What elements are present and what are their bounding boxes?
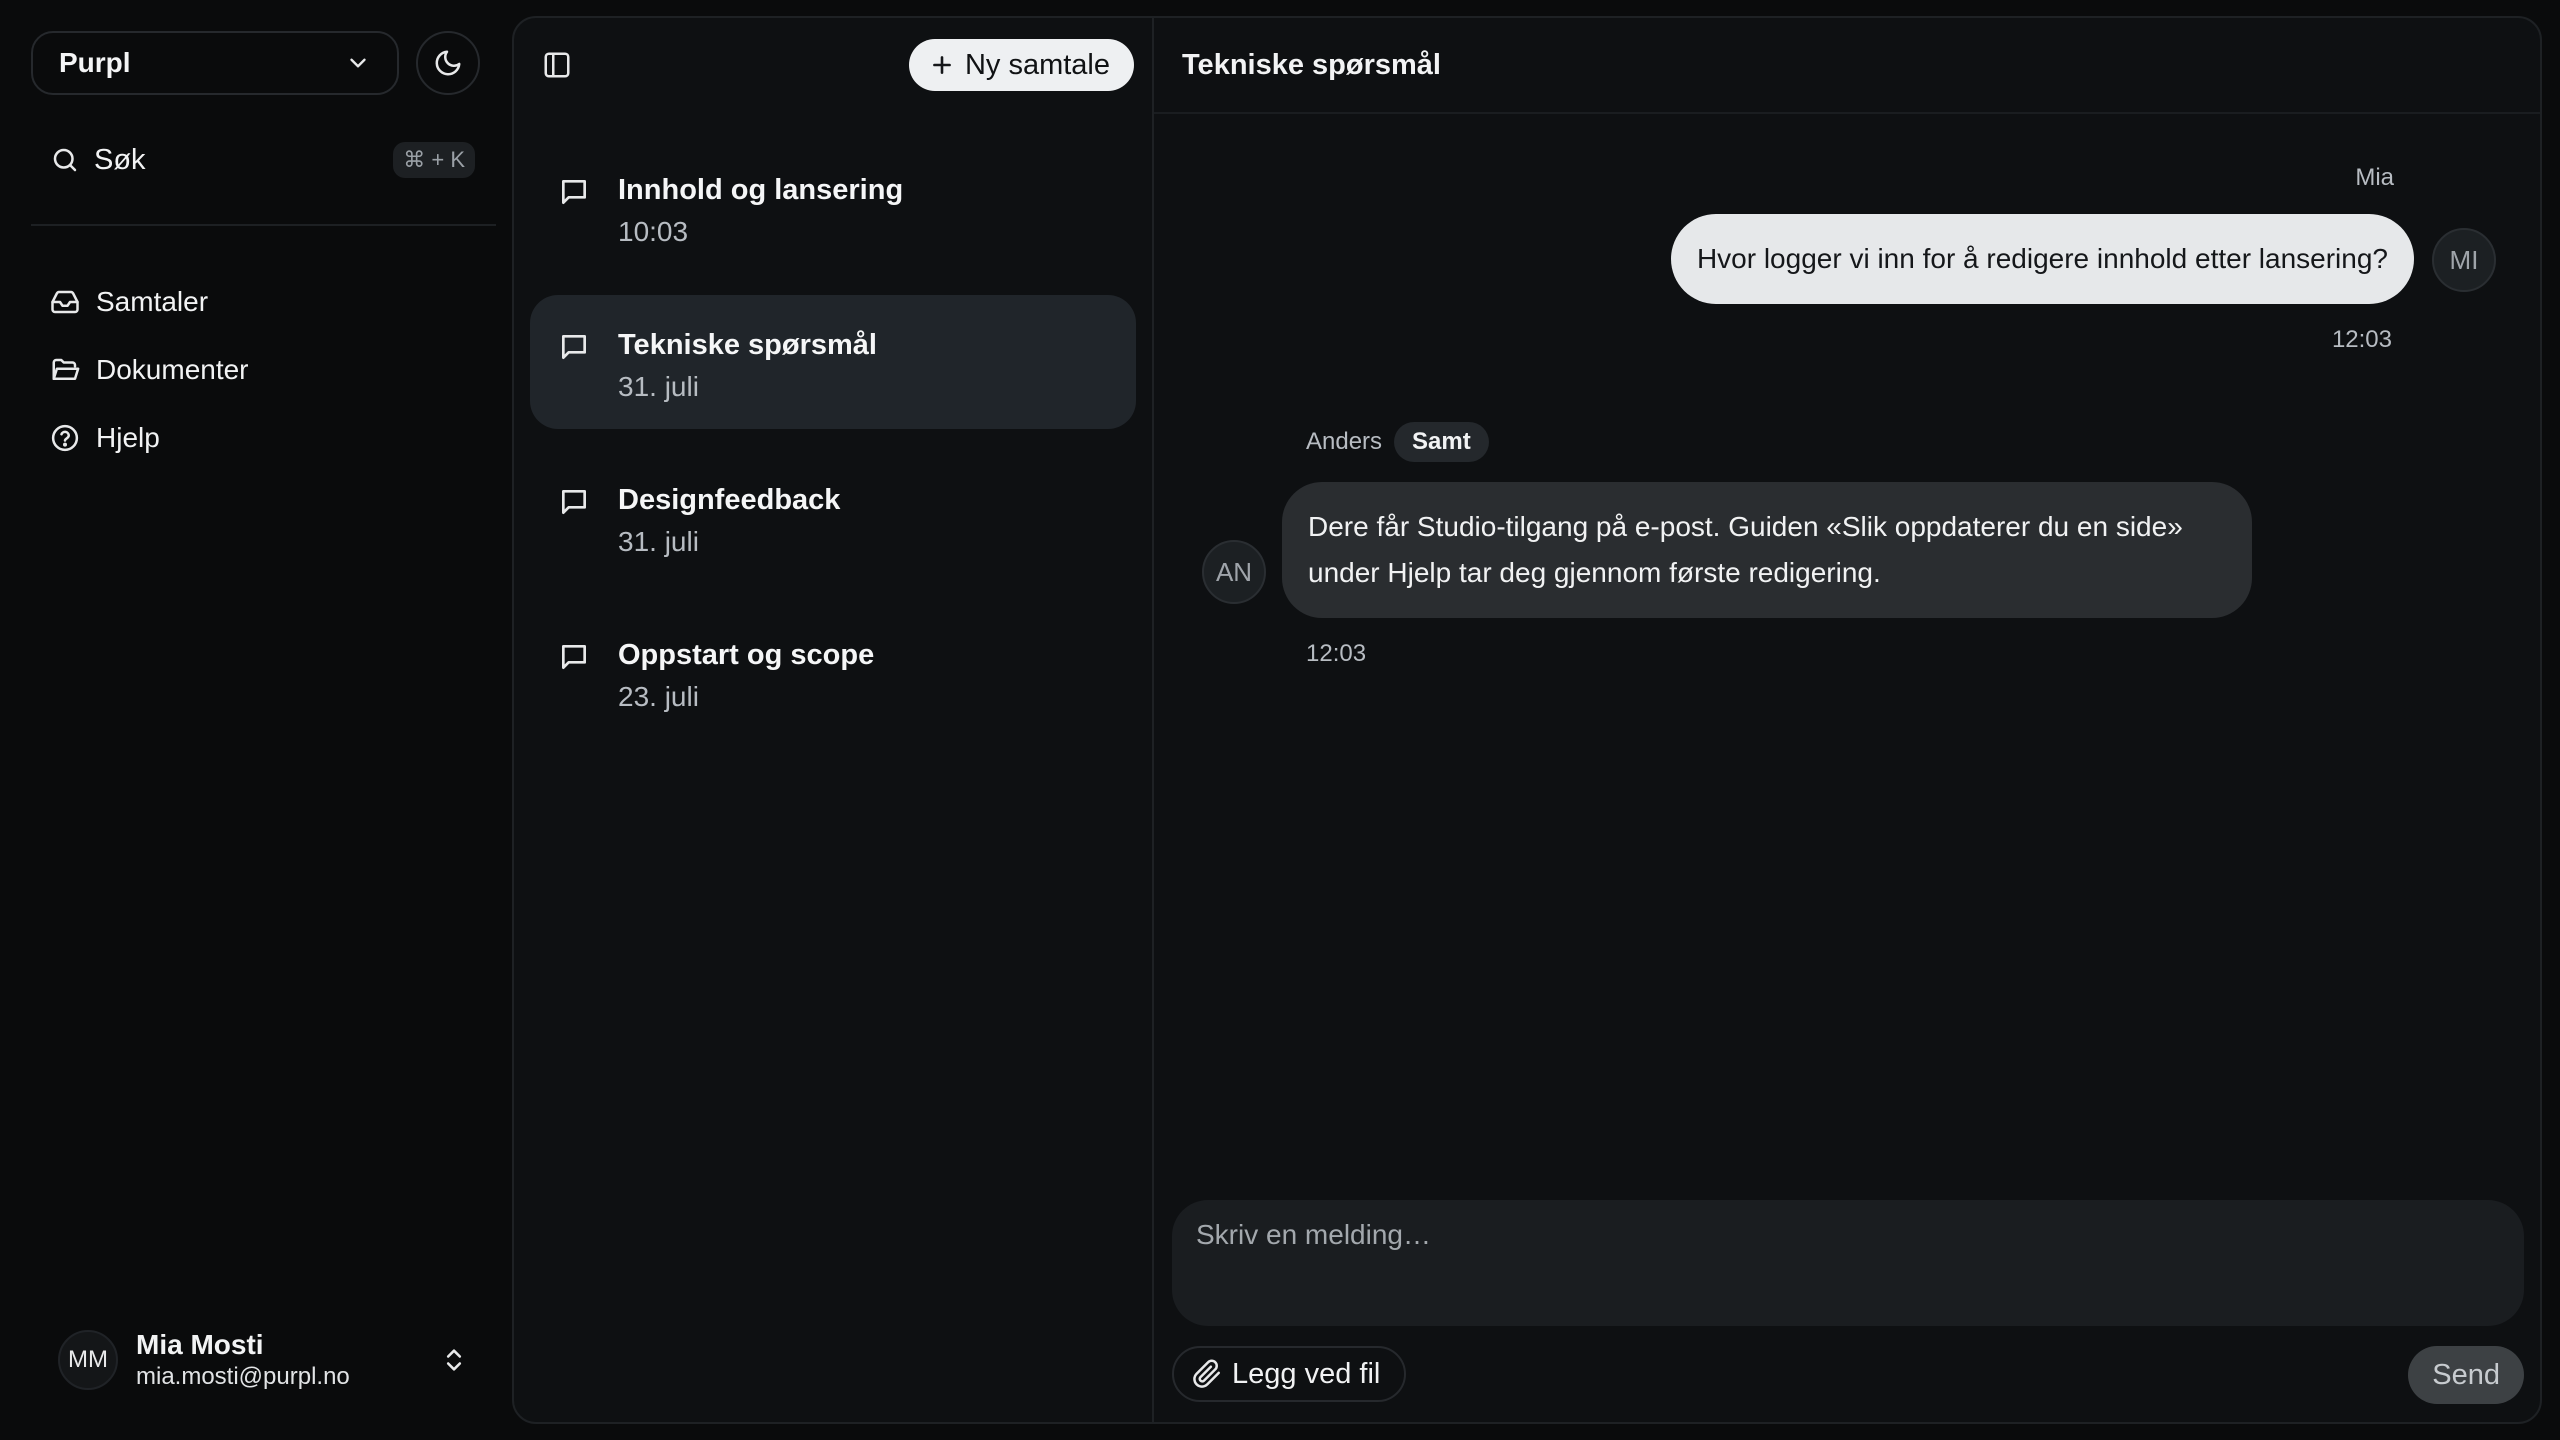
conversation-item[interactable]: Oppstart og scope 23. juli — [530, 605, 1136, 739]
conversation-list: Innhold og lansering 10:03 Tekniske spør… — [530, 140, 1136, 760]
conversation-list-panel: Ny samtale Innhold og lansering 10:03 Te… — [514, 18, 1154, 1422]
message-meta: Anders Samt — [1306, 422, 1489, 462]
conversation-item[interactable]: Innhold og lansering 10:03 — [530, 140, 1136, 274]
sidebar-item-label: Samtaler — [96, 286, 209, 317]
avatar: MM — [58, 1330, 118, 1390]
message-square-icon — [558, 641, 590, 673]
message-square-icon — [558, 176, 590, 208]
message-time: 12:03 — [2331, 326, 2392, 353]
conversation-date: 10:03 — [618, 216, 689, 247]
message-composer — [1172, 1200, 2524, 1326]
sidebar-item-samtaler[interactable]: Samtaler — [50, 268, 470, 336]
chevron-down-icon — [345, 50, 371, 76]
message-input[interactable] — [1194, 1218, 2502, 1252]
conversation-item-active[interactable]: Tekniske spørsmål 31. juli — [530, 295, 1136, 429]
send-label: Send — [2432, 1358, 2500, 1391]
message-bubble-other: Dere får Studio-tilgang på e-post. Guide… — [1282, 482, 2252, 618]
main-panel: Ny samtale Innhold og lansering 10:03 Te… — [512, 16, 2542, 1424]
sidebar-nav: Samtaler Dokumenter Hjelp — [50, 268, 470, 472]
message-square-icon — [558, 486, 590, 518]
search-shortcut-badge: ⌘ + K — [393, 142, 475, 178]
conversation-title: Tekniske spørsmål — [618, 329, 877, 361]
sidebar-item-label: Dokumenter — [96, 354, 249, 385]
inbox-icon — [50, 287, 80, 317]
conversation-date: 31. juli — [618, 371, 699, 402]
moon-icon — [433, 48, 463, 78]
conversation-title: Designfeedback — [618, 484, 841, 516]
avatar: MI — [2432, 228, 2496, 292]
conversation-date: 31. juli — [618, 526, 699, 557]
message-text: Dere får Studio-tilgang på e-post. Guide… — [1308, 511, 2183, 588]
conversation-item[interactable]: Designfeedback 31. juli — [530, 450, 1136, 584]
message-square-icon — [558, 331, 590, 363]
workspace-name: Purpl — [59, 47, 131, 78]
new-conversation-button[interactable]: Ny samtale — [908, 39, 1134, 91]
user-email: mia.mosti@purpl.no — [136, 1363, 350, 1390]
sidebar-item-hjelp[interactable]: Hjelp — [50, 404, 470, 472]
user-name: Mia Mosti — [136, 1329, 264, 1360]
avatar: AN — [1202, 540, 1266, 604]
search-button[interactable]: Søk ⌘ + K — [50, 140, 475, 180]
chat-header: Tekniske spørsmål — [1154, 18, 2540, 114]
chat-panel: Tekniske spørsmål Mia Hvor logger vi inn… — [1154, 18, 2540, 1422]
message-text: Hvor logger vi inn for å redigere innhol… — [1696, 243, 2388, 274]
sidebar-item-dokumenter[interactable]: Dokumenter — [50, 336, 470, 404]
user-menu[interactable]: MM Mia Mosti mia.mosti@purpl.no — [58, 1328, 468, 1392]
chat-title: Tekniske spørsmål — [1182, 48, 1441, 81]
sidebar-item-label: Hjelp — [96, 422, 160, 453]
sidebar-toggle-icon[interactable] — [542, 50, 572, 80]
role-badge: Samt — [1394, 422, 1489, 462]
workspace-select[interactable]: Purpl — [31, 31, 399, 95]
paperclip-icon — [1192, 1359, 1222, 1389]
message-sender-name: Mia — [2355, 164, 2394, 191]
conversation-title: Oppstart og scope — [618, 639, 875, 671]
attach-file-button[interactable]: Legg ved fil — [1172, 1346, 1407, 1402]
new-conversation-label: Ny samtale — [964, 48, 1110, 81]
sidebar: Purpl Søk ⌘ + K Samtaler Dokumenter Hjel… — [0, 0, 510, 1440]
search-icon — [50, 145, 80, 175]
theme-toggle-button[interactable] — [416, 31, 480, 95]
conversation-title: Innhold og lansering — [618, 174, 904, 206]
chevrons-up-down-icon — [440, 1346, 468, 1374]
sidebar-divider — [31, 224, 496, 226]
message-time: 12:03 — [1306, 640, 1367, 667]
folder-icon — [50, 355, 80, 385]
message-bubble-own: Hvor logger vi inn for å redigere innhol… — [1670, 214, 2414, 304]
message-sender-name: Anders — [1306, 428, 1383, 455]
attach-file-label: Legg ved fil — [1232, 1357, 1381, 1390]
search-label: Søk — [94, 143, 146, 176]
plus-icon — [929, 52, 955, 78]
help-circle-icon — [50, 423, 80, 453]
send-button[interactable]: Send — [2408, 1346, 2524, 1404]
conversation-date: 23. juli — [618, 681, 699, 712]
conversation-list-header: Ny samtale — [514, 18, 1152, 114]
